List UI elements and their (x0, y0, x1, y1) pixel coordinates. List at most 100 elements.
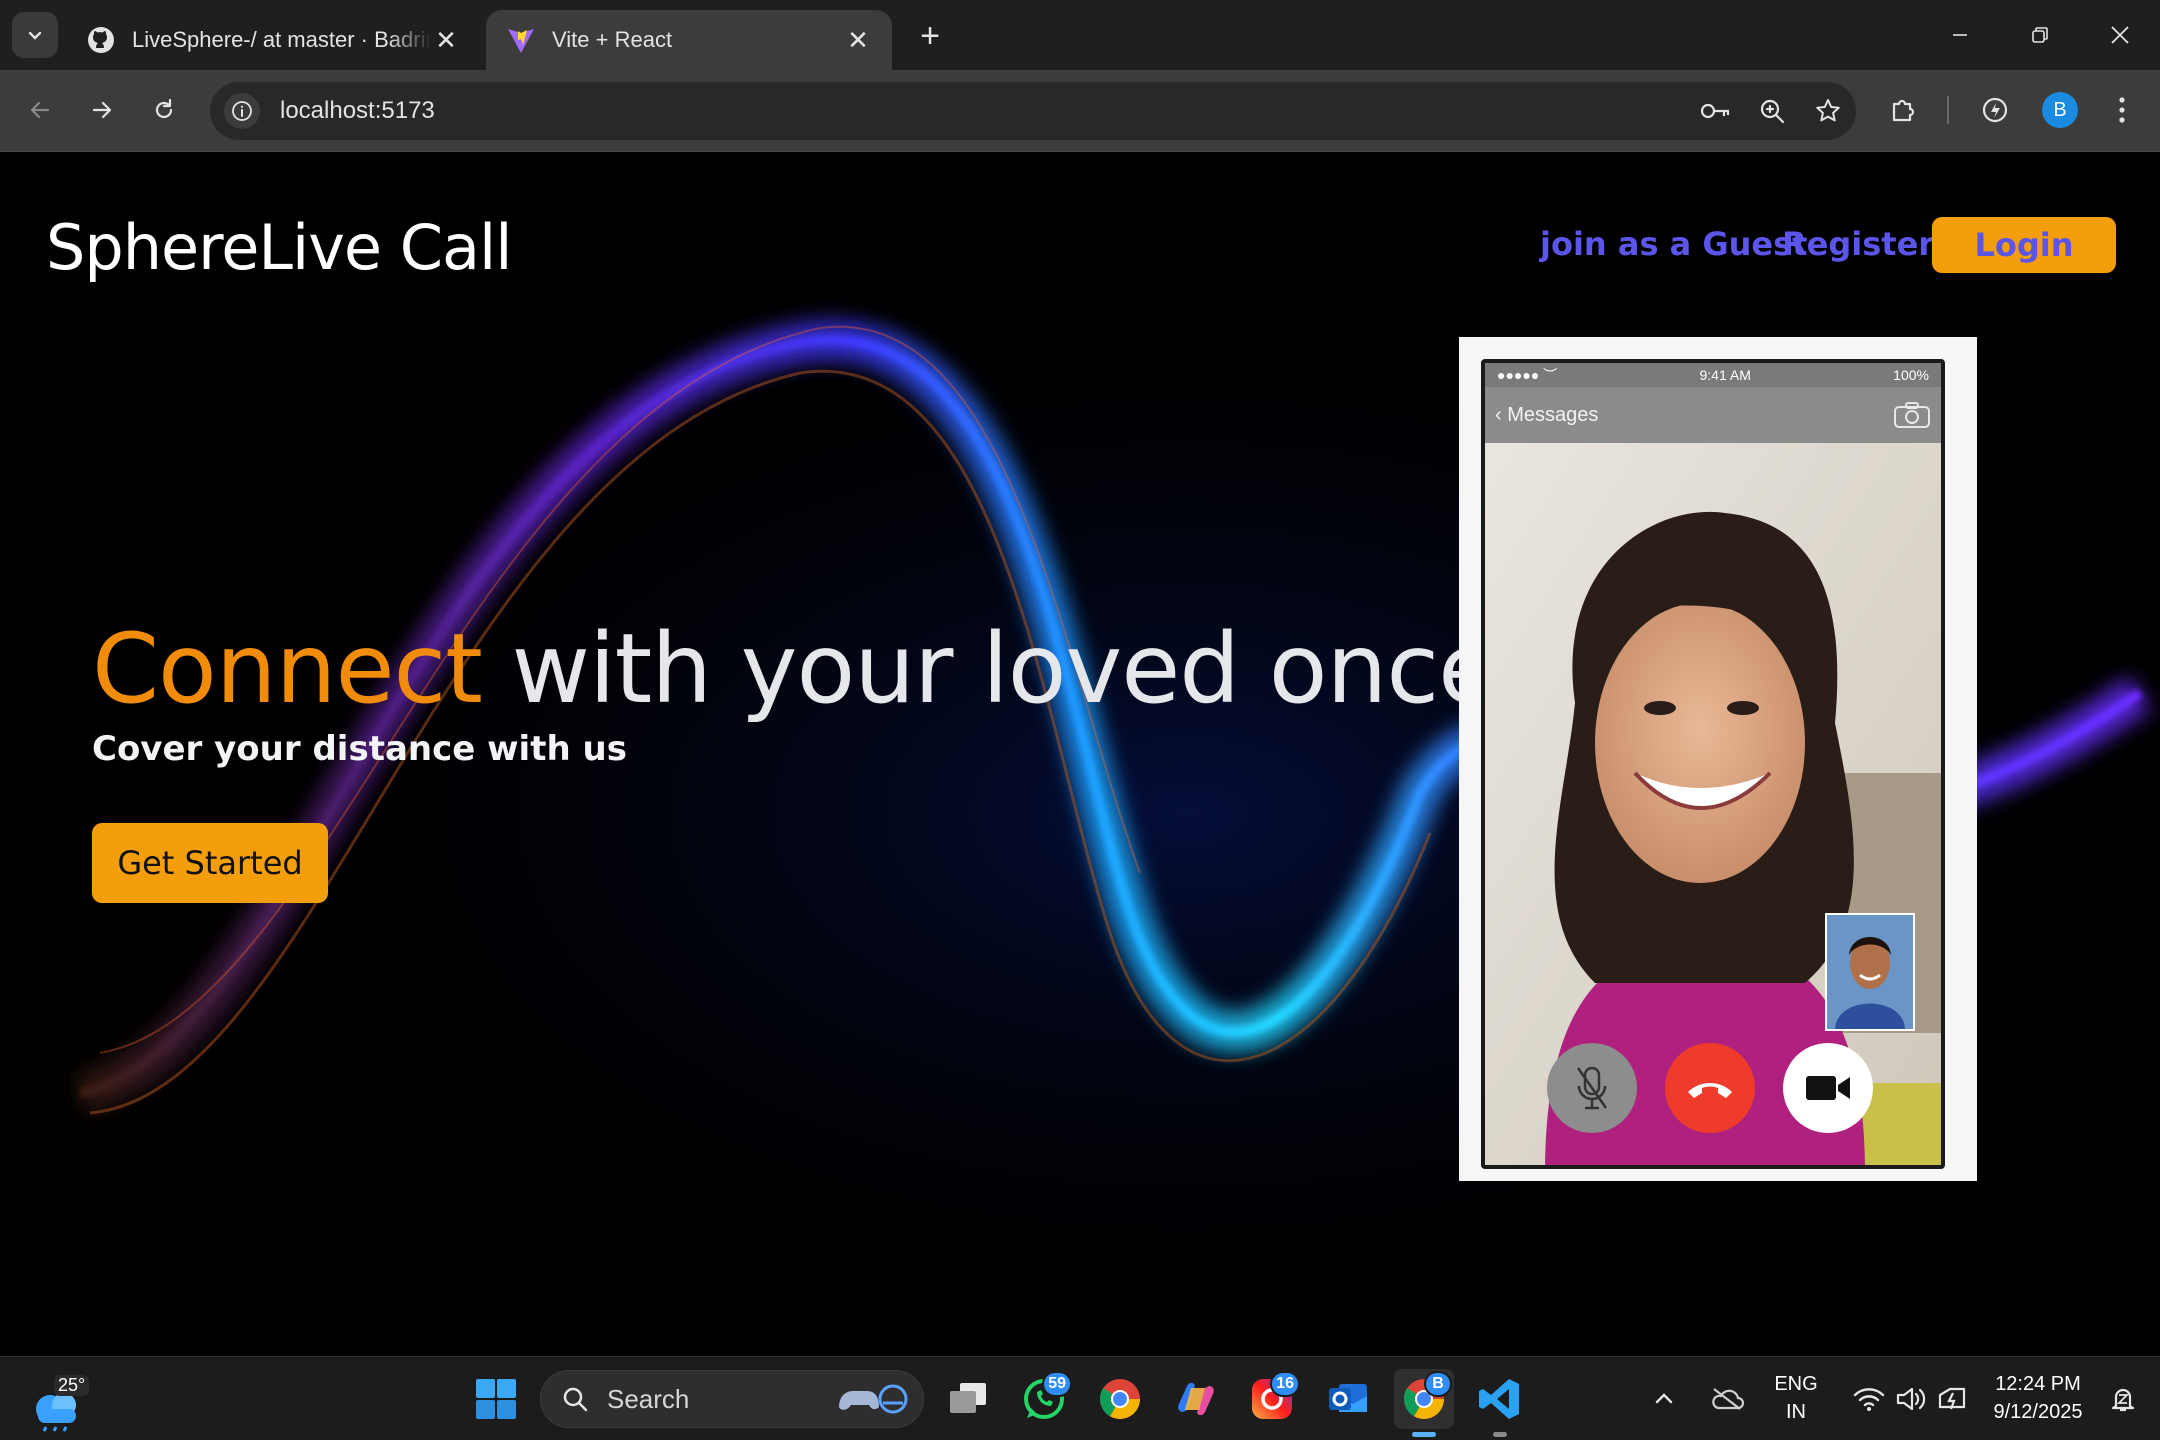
more-vertical-icon (2119, 97, 2125, 123)
github-icon (86, 25, 116, 55)
onedrive-status-button[interactable] (1702, 1369, 1752, 1429)
notifications-button[interactable] (2100, 1369, 2146, 1429)
region-code: IN (1786, 1401, 1806, 1423)
phone-screen: ●●●●● ︶ 9:41 AM 100% ‹ Messages (1481, 359, 1945, 1169)
signal-icon: ●●●●● ︶ (1497, 367, 1558, 383)
hero-title-accent: Connect (92, 613, 483, 725)
bookmark-star-icon[interactable] (1800, 83, 1856, 139)
self-view-thumbnail (1825, 913, 1915, 1031)
chrome-taskbar-button[interactable] (1090, 1369, 1150, 1429)
instagram-taskbar-button[interactable]: 16 (1242, 1369, 1302, 1429)
task-view-icon (950, 1383, 986, 1413)
restore-icon (2032, 27, 2048, 43)
login-button[interactable]: Login (1932, 217, 2116, 273)
show-hidden-icons-button[interactable] (1642, 1369, 1686, 1429)
register-link[interactable]: Register (1782, 225, 1934, 263)
clock[interactable]: 12:24 PM 9/12/2025 (1980, 1370, 2096, 1426)
chrome-profile-taskbar-button[interactable]: B (1394, 1369, 1454, 1437)
windows-logo-icon (476, 1379, 516, 1419)
phone-back: ‹ Messages (1495, 403, 1599, 426)
tab-vite-react[interactable]: Vite + React ✕ (486, 10, 892, 70)
copilot-icon (1178, 1382, 1214, 1416)
close-tab-icon[interactable]: ✕ (844, 25, 872, 55)
url-text[interactable]: localhost:5173 (280, 97, 1688, 125)
reload-button[interactable] (140, 86, 188, 134)
hero-subtitle: Cover your distance with us (92, 729, 627, 769)
close-window-button[interactable] (2080, 0, 2160, 70)
chrome-icon (1099, 1379, 1140, 1419)
end-call-icon (1665, 1043, 1755, 1133)
chevron-up-icon (1655, 1393, 1673, 1404)
phone-back-label: Messages (1507, 403, 1599, 426)
toolbar-divider (1946, 86, 1950, 134)
clock-date: 9/12/2025 (1993, 1401, 2083, 1423)
search-icon (563, 1387, 588, 1412)
forward-button[interactable] (78, 86, 126, 134)
weather-temperature: 25° (54, 1375, 90, 1396)
task-view-button[interactable] (938, 1369, 998, 1429)
caller-video (1485, 443, 1941, 1165)
new-tab-button[interactable]: + (910, 16, 950, 56)
browser-toolbar: localhost:5173 B (0, 70, 2160, 152)
copilot-taskbar-button[interactable] (1166, 1369, 1226, 1429)
video-camera-icon (1783, 1043, 1873, 1133)
hero-title-rest: with your loved once (481, 613, 1497, 725)
whatsapp-badge: 59 (1042, 1371, 1072, 1397)
tab-search-button[interactable] (12, 12, 58, 58)
back-button[interactable] (16, 86, 64, 134)
search-highlight-icon (839, 1384, 908, 1414)
language-code: ENG (1774, 1373, 1818, 1395)
cloud-offline-icon (1712, 1388, 1744, 1410)
minimize-button[interactable] (1920, 0, 2000, 70)
close-tab-icon[interactable]: ✕ (432, 25, 460, 55)
address-bar[interactable]: localhost:5173 (210, 82, 1856, 140)
quick-settings-button[interactable] (1836, 1369, 1986, 1429)
tab-title: LiveSphere-/ at master · Badrinath (132, 27, 432, 52)
weather-widget[interactable]: 25° (28, 1369, 108, 1432)
video-call-illustration: ●●●●● ︶ 9:41 AM 100% ‹ Messages (1459, 337, 1977, 1181)
extensions-button[interactable] (1878, 86, 1928, 134)
zoom-icon[interactable] (1744, 83, 1800, 139)
camera-switch-icon (1894, 402, 1930, 428)
tab-github[interactable]: LiveSphere-/ at master · Badrinath ✕ (66, 10, 480, 70)
whatsapp-taskbar-button[interactable]: 59 (1014, 1369, 1074, 1429)
phone-nav-bar: ‹ Messages (1485, 387, 1941, 443)
clock-time: 12:24 PM (1995, 1373, 2081, 1395)
battery-charging-icon (1938, 1387, 1966, 1410)
windows-taskbar: 25° Search 59 16 B ENG IN 12:24 PM 9/12/… (0, 1356, 2160, 1440)
language-indicator[interactable]: ENG IN (1766, 1370, 1826, 1426)
reload-icon (155, 98, 173, 119)
phone-status-bar: ●●●●● ︶ 9:41 AM 100% (1485, 363, 1941, 387)
browser-menu-button[interactable] (2098, 86, 2146, 134)
start-button[interactable] (466, 1369, 526, 1429)
instagram-badge: 16 (1270, 1371, 1300, 1397)
mute-mic-icon (1547, 1043, 1637, 1133)
vscode-taskbar-button[interactable] (1470, 1369, 1530, 1437)
restore-button[interactable] (2000, 0, 2080, 70)
chrome-profile-badge: B (1424, 1371, 1452, 1397)
vite-icon (506, 25, 536, 55)
tab-strip: LiveSphere-/ at master · Badrinath ✕ Vit… (0, 0, 2160, 70)
chevron-down-icon (28, 31, 42, 40)
arrow-right-icon (92, 101, 112, 119)
outlook-taskbar-button[interactable] (1318, 1369, 1378, 1429)
site-info-icon[interactable] (224, 93, 260, 129)
minimize-icon (1953, 34, 1967, 36)
open-app-indicator (1493, 1432, 1507, 1437)
wifi-icon (1853, 1388, 1885, 1411)
bell-icon (2111, 1388, 2135, 1412)
join-as-guest-link[interactable]: join as a Guest (1540, 225, 1807, 263)
search-placeholder: Search (607, 1383, 690, 1414)
phone-battery: 100% (1893, 367, 1929, 383)
arrow-left-icon (30, 101, 50, 119)
puzzle-icon (1892, 99, 1915, 122)
tab-title: Vite + React (552, 27, 673, 52)
avatar: B (2042, 92, 2078, 128)
performance-icon[interactable] (1970, 86, 2020, 134)
password-key-icon[interactable] (1688, 83, 1744, 139)
get-started-button[interactable]: Get Started (92, 823, 328, 903)
taskbar-search[interactable]: Search (540, 1370, 924, 1428)
profile-button[interactable]: B (2036, 86, 2084, 134)
volume-icon (1896, 1387, 1926, 1411)
active-app-indicator (1412, 1432, 1436, 1437)
